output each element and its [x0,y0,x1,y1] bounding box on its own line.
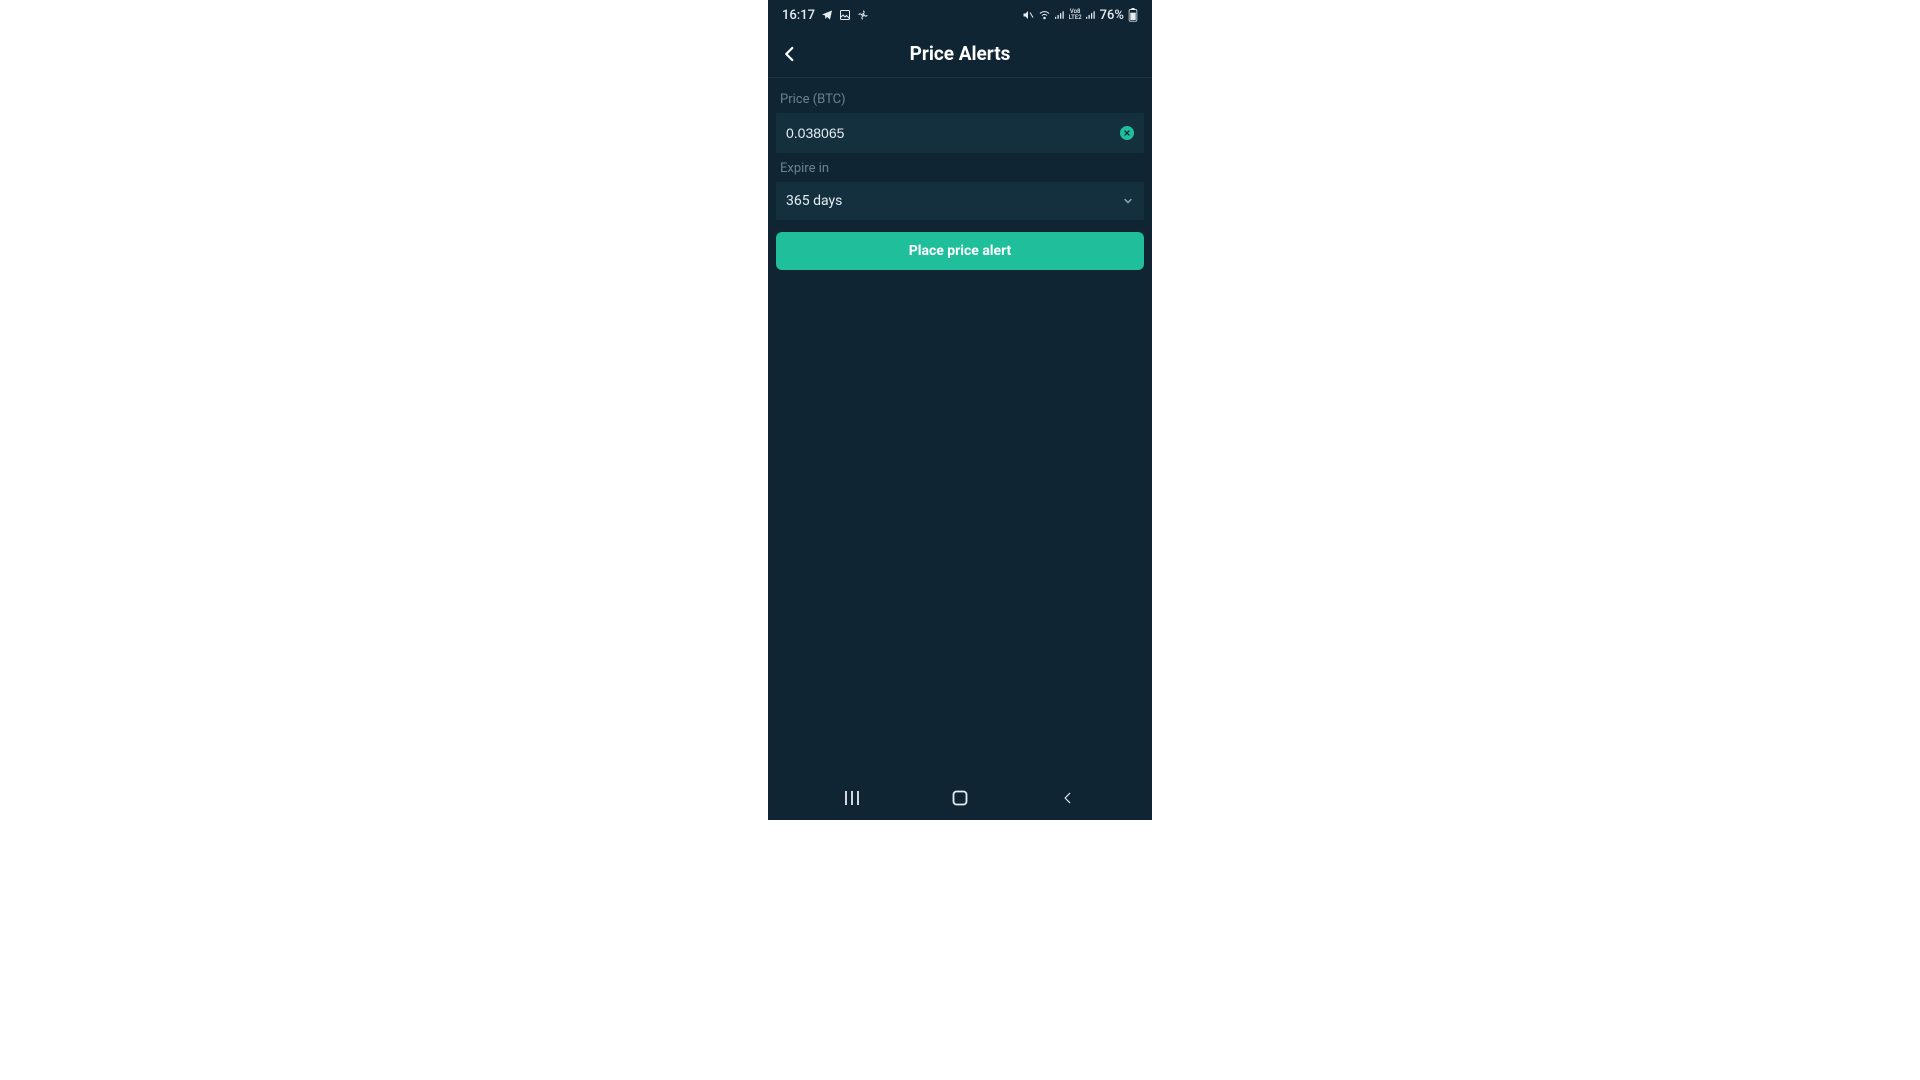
price-label: Price (BTC) [772,84,1148,113]
form-content: Price (BTC) Expire in 365 days Place pri… [768,78,1152,776]
fan-icon [857,9,869,21]
home-icon [952,790,968,806]
signal-icon-2 [1086,9,1096,21]
place-alert-button[interactable]: Place price alert [776,232,1144,270]
home-button[interactable] [930,790,990,806]
status-bar: 16:17 Vo8LTE2 76% [768,0,1152,30]
wifi-icon [1038,9,1051,21]
status-left: 16:17 [782,8,869,23]
chevron-down-icon [1122,192,1134,211]
clear-input-button[interactable] [1120,126,1134,140]
battery-icon [1128,8,1138,22]
page-title: Price Alerts [768,42,1152,65]
signal-icon-1 [1055,9,1065,21]
telegram-icon [821,9,833,21]
price-input[interactable] [786,125,1120,141]
expire-value: 365 days [786,193,1122,209]
back-nav-button[interactable] [1038,790,1098,806]
battery-percent: 76% [1100,8,1124,23]
expire-label: Expire in [772,153,1148,182]
recents-button[interactable] [822,789,882,807]
mute-icon [1022,9,1034,21]
chevron-left-icon [781,45,799,63]
image-icon [839,9,851,21]
expire-select[interactable]: 365 days [776,182,1144,220]
place-alert-label: Place price alert [909,243,1012,259]
price-input-row[interactable] [776,113,1144,153]
android-nav-bar [768,776,1152,820]
status-right: Vo8LTE2 76% [1022,8,1138,23]
back-button[interactable] [768,32,812,76]
phone-frame: 16:17 Vo8LTE2 76% [768,0,1152,820]
back-nav-icon [1061,790,1075,806]
status-time: 16:17 [782,8,815,23]
close-icon [1123,129,1131,137]
recents-icon [842,789,862,807]
volte-icon: Vo8LTE2 [1069,9,1082,21]
app-header: Price Alerts [768,30,1152,78]
